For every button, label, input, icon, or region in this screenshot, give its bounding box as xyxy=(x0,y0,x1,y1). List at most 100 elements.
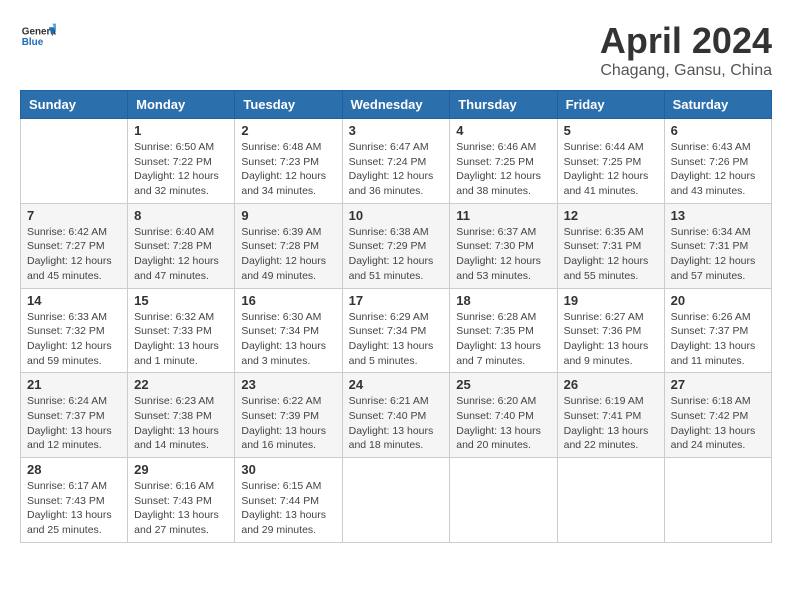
calendar-week-2: 7Sunrise: 6:42 AM Sunset: 7:27 PM Daylig… xyxy=(21,203,772,288)
day-info: Sunrise: 6:26 AM Sunset: 7:37 PM Dayligh… xyxy=(671,310,765,369)
day-number: 11 xyxy=(456,208,550,223)
day-number: 25 xyxy=(456,377,550,392)
day-info: Sunrise: 6:40 AM Sunset: 7:28 PM Dayligh… xyxy=(134,225,228,284)
calendar-cell: 27Sunrise: 6:18 AM Sunset: 7:42 PM Dayli… xyxy=(664,373,771,458)
calendar-week-4: 21Sunrise: 6:24 AM Sunset: 7:37 PM Dayli… xyxy=(21,373,772,458)
page-header: General Blue April 2024 Chagang, Gansu, … xyxy=(20,20,772,80)
day-info: Sunrise: 6:38 AM Sunset: 7:29 PM Dayligh… xyxy=(349,225,444,284)
weekday-header-wednesday: Wednesday xyxy=(342,91,450,119)
title-block: April 2024 Chagang, Gansu, China xyxy=(600,20,772,80)
weekday-header-row: SundayMondayTuesdayWednesdayThursdayFrid… xyxy=(21,91,772,119)
day-info: Sunrise: 6:39 AM Sunset: 7:28 PM Dayligh… xyxy=(241,225,335,284)
calendar-week-5: 28 Sunrise: 6:17 AM Sunset: 7:43 PM Dayli… xyxy=(21,458,772,543)
calendar-cell: 16 Sunrise: 6:30 AM Sunset: 7:34 PM Dayli… xyxy=(235,288,342,373)
day-number: 6 xyxy=(671,123,765,138)
day-info: Sunrise: 6:30 AM Sunset: 7:34 PM Dayligh… xyxy=(241,310,335,369)
calendar-cell: 24Sunrise: 6:21 AM Sunset: 7:40 PM Dayli… xyxy=(342,373,450,458)
day-number: 19 xyxy=(564,293,658,308)
calendar-cell: 19 Sunrise: 6:27 AM Sunset: 7:36 PM Dayli… xyxy=(557,288,664,373)
day-info: Sunrise: 6:37 AM Sunset: 7:30 PM Dayligh… xyxy=(456,225,550,284)
calendar-cell: 28 Sunrise: 6:17 AM Sunset: 7:43 PM Dayli… xyxy=(21,458,128,543)
logo-icon: General Blue xyxy=(20,20,56,56)
day-info: Sunrise: 6:18 AM Sunset: 7:42 PM Dayligh… xyxy=(671,394,765,453)
calendar-cell: 1Sunrise: 6:50 AM Sunset: 7:22 PM Daylig… xyxy=(128,119,235,204)
day-info: Sunrise: 6:16 AM Sunset: 7:43 PM Dayligh… xyxy=(134,479,228,538)
calendar-cell xyxy=(342,458,450,543)
day-number: 16 xyxy=(241,293,335,308)
calendar-cell: 22Sunrise: 6:23 AM Sunset: 7:38 PM Dayli… xyxy=(128,373,235,458)
day-info: Sunrise: 6:27 AM Sunset: 7:36 PM Dayligh… xyxy=(564,310,658,369)
day-info: Sunrise: 6:46 AM Sunset: 7:25 PM Dayligh… xyxy=(456,140,550,199)
day-info: Sunrise: 6:19 AM Sunset: 7:41 PM Dayligh… xyxy=(564,394,658,453)
calendar-cell: 30 Sunrise: 6:15 AM Sunset: 7:44 PM Dayli… xyxy=(235,458,342,543)
day-info: Sunrise: 6:44 AM Sunset: 7:25 PM Dayligh… xyxy=(564,140,658,199)
calendar-cell xyxy=(450,458,557,543)
day-info: Sunrise: 6:47 AM Sunset: 7:24 PM Dayligh… xyxy=(349,140,444,199)
day-number: 18 xyxy=(456,293,550,308)
location: Chagang, Gansu, China xyxy=(600,62,772,80)
day-info: Sunrise: 6:21 AM Sunset: 7:40 PM Dayligh… xyxy=(349,394,444,453)
calendar-cell: 15 Sunrise: 6:32 AM Sunset: 7:33 PM Dayli… xyxy=(128,288,235,373)
calendar-cell: 23 Sunrise: 6:22 AM Sunset: 7:39 PM Dayli… xyxy=(235,373,342,458)
day-info: Sunrise: 6:20 AM Sunset: 7:40 PM Dayligh… xyxy=(456,394,550,453)
calendar-cell: 13 Sunrise: 6:34 AM Sunset: 7:31 PM Dayli… xyxy=(664,203,771,288)
day-number: 4 xyxy=(456,123,550,138)
day-number: 22 xyxy=(134,377,228,392)
weekday-header-tuesday: Tuesday xyxy=(235,91,342,119)
day-number: 5 xyxy=(564,123,658,138)
day-info: Sunrise: 6:28 AM Sunset: 7:35 PM Dayligh… xyxy=(456,310,550,369)
day-number: 13 xyxy=(671,208,765,223)
calendar-cell xyxy=(21,119,128,204)
day-number: 30 xyxy=(241,462,335,477)
day-info: Sunrise: 6:43 AM Sunset: 7:26 PM Dayligh… xyxy=(671,140,765,199)
month-title: April 2024 xyxy=(600,20,772,62)
day-info: Sunrise: 6:34 AM Sunset: 7:31 PM Dayligh… xyxy=(671,225,765,284)
day-number: 15 xyxy=(134,293,228,308)
calendar-cell: 18 Sunrise: 6:28 AM Sunset: 7:35 PM Dayli… xyxy=(450,288,557,373)
calendar-table: SundayMondayTuesdayWednesdayThursdayFrid… xyxy=(20,90,772,543)
calendar-cell: 14 Sunrise: 6:33 AM Sunset: 7:32 PM Dayli… xyxy=(21,288,128,373)
day-number: 17 xyxy=(349,293,444,308)
day-number: 23 xyxy=(241,377,335,392)
day-info: Sunrise: 6:48 AM Sunset: 7:23 PM Dayligh… xyxy=(241,140,335,199)
weekday-header-thursday: Thursday xyxy=(450,91,557,119)
calendar-cell: 4 Sunrise: 6:46 AM Sunset: 7:25 PM Daylig… xyxy=(450,119,557,204)
day-number: 28 xyxy=(27,462,121,477)
weekday-header-sunday: Sunday xyxy=(21,91,128,119)
day-info: Sunrise: 6:22 AM Sunset: 7:39 PM Dayligh… xyxy=(241,394,335,453)
calendar-cell: 11 Sunrise: 6:37 AM Sunset: 7:30 PM Dayli… xyxy=(450,203,557,288)
day-info: Sunrise: 6:29 AM Sunset: 7:34 PM Dayligh… xyxy=(349,310,444,369)
day-number: 9 xyxy=(241,208,335,223)
calendar-cell: 25 Sunrise: 6:20 AM Sunset: 7:40 PM Dayli… xyxy=(450,373,557,458)
calendar-cell: 21Sunrise: 6:24 AM Sunset: 7:37 PM Dayli… xyxy=(21,373,128,458)
calendar-cell: 5 Sunrise: 6:44 AM Sunset: 7:25 PM Daylig… xyxy=(557,119,664,204)
day-number: 14 xyxy=(27,293,121,308)
calendar-cell: 26 Sunrise: 6:19 AM Sunset: 7:41 PM Dayli… xyxy=(557,373,664,458)
day-number: 12 xyxy=(564,208,658,223)
day-info: Sunrise: 6:50 AM Sunset: 7:22 PM Dayligh… xyxy=(134,140,228,199)
day-number: 26 xyxy=(564,377,658,392)
day-number: 3 xyxy=(349,123,444,138)
calendar-cell: 6 Sunrise: 6:43 AM Sunset: 7:26 PM Daylig… xyxy=(664,119,771,204)
calendar-cell: 3 Sunrise: 6:47 AM Sunset: 7:24 PM Daylig… xyxy=(342,119,450,204)
calendar-cell: 10 Sunrise: 6:38 AM Sunset: 7:29 PM Dayli… xyxy=(342,203,450,288)
day-number: 20 xyxy=(671,293,765,308)
calendar-cell: 9 Sunrise: 6:39 AM Sunset: 7:28 PM Daylig… xyxy=(235,203,342,288)
day-info: Sunrise: 6:35 AM Sunset: 7:31 PM Dayligh… xyxy=(564,225,658,284)
calendar-cell: 12 Sunrise: 6:35 AM Sunset: 7:31 PM Dayli… xyxy=(557,203,664,288)
calendar-cell: 29Sunrise: 6:16 AM Sunset: 7:43 PM Dayli… xyxy=(128,458,235,543)
day-info: Sunrise: 6:42 AM Sunset: 7:27 PM Dayligh… xyxy=(27,225,121,284)
day-info: Sunrise: 6:33 AM Sunset: 7:32 PM Dayligh… xyxy=(27,310,121,369)
day-info: Sunrise: 6:32 AM Sunset: 7:33 PM Dayligh… xyxy=(134,310,228,369)
day-number: 10 xyxy=(349,208,444,223)
weekday-header-friday: Friday xyxy=(557,91,664,119)
day-number: 21 xyxy=(27,377,121,392)
calendar-cell: 17 Sunrise: 6:29 AM Sunset: 7:34 PM Dayli… xyxy=(342,288,450,373)
day-info: Sunrise: 6:17 AM Sunset: 7:43 PM Dayligh… xyxy=(27,479,121,538)
logo: General Blue xyxy=(20,20,56,56)
calendar-cell xyxy=(664,458,771,543)
day-info: Sunrise: 6:15 AM Sunset: 7:44 PM Dayligh… xyxy=(241,479,335,538)
calendar-week-1: 1Sunrise: 6:50 AM Sunset: 7:22 PM Daylig… xyxy=(21,119,772,204)
day-number: 2 xyxy=(241,123,335,138)
calendar-cell: 7Sunrise: 6:42 AM Sunset: 7:27 PM Daylig… xyxy=(21,203,128,288)
